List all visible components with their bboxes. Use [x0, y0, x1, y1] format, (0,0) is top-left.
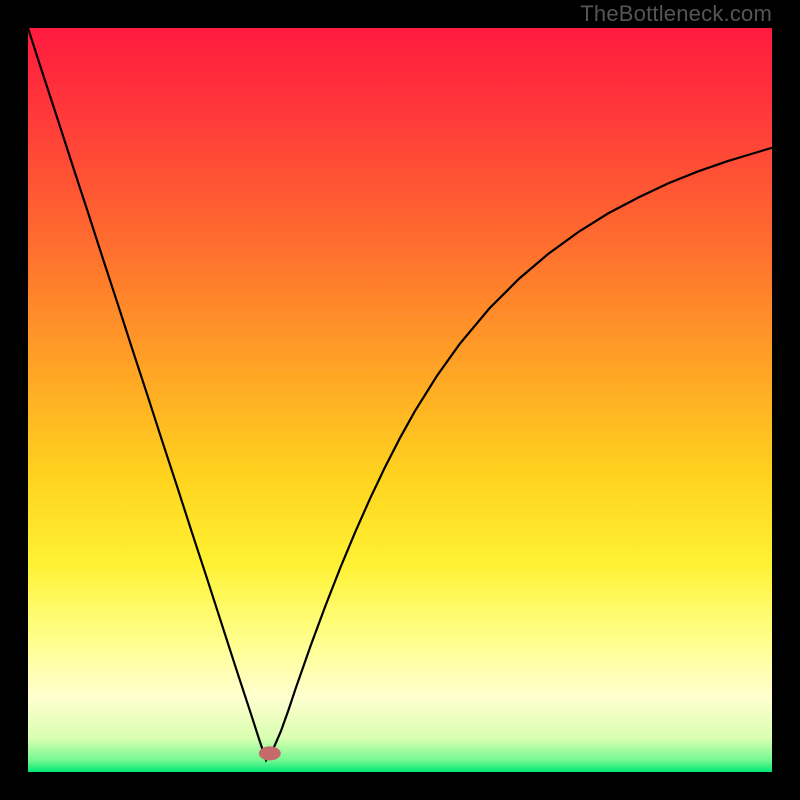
bottleneck-chart — [28, 28, 772, 772]
minimum-marker — [259, 746, 281, 760]
chart-frame — [28, 28, 772, 772]
gradient-background — [28, 28, 772, 772]
watermark-text: TheBottleneck.com — [580, 1, 772, 27]
